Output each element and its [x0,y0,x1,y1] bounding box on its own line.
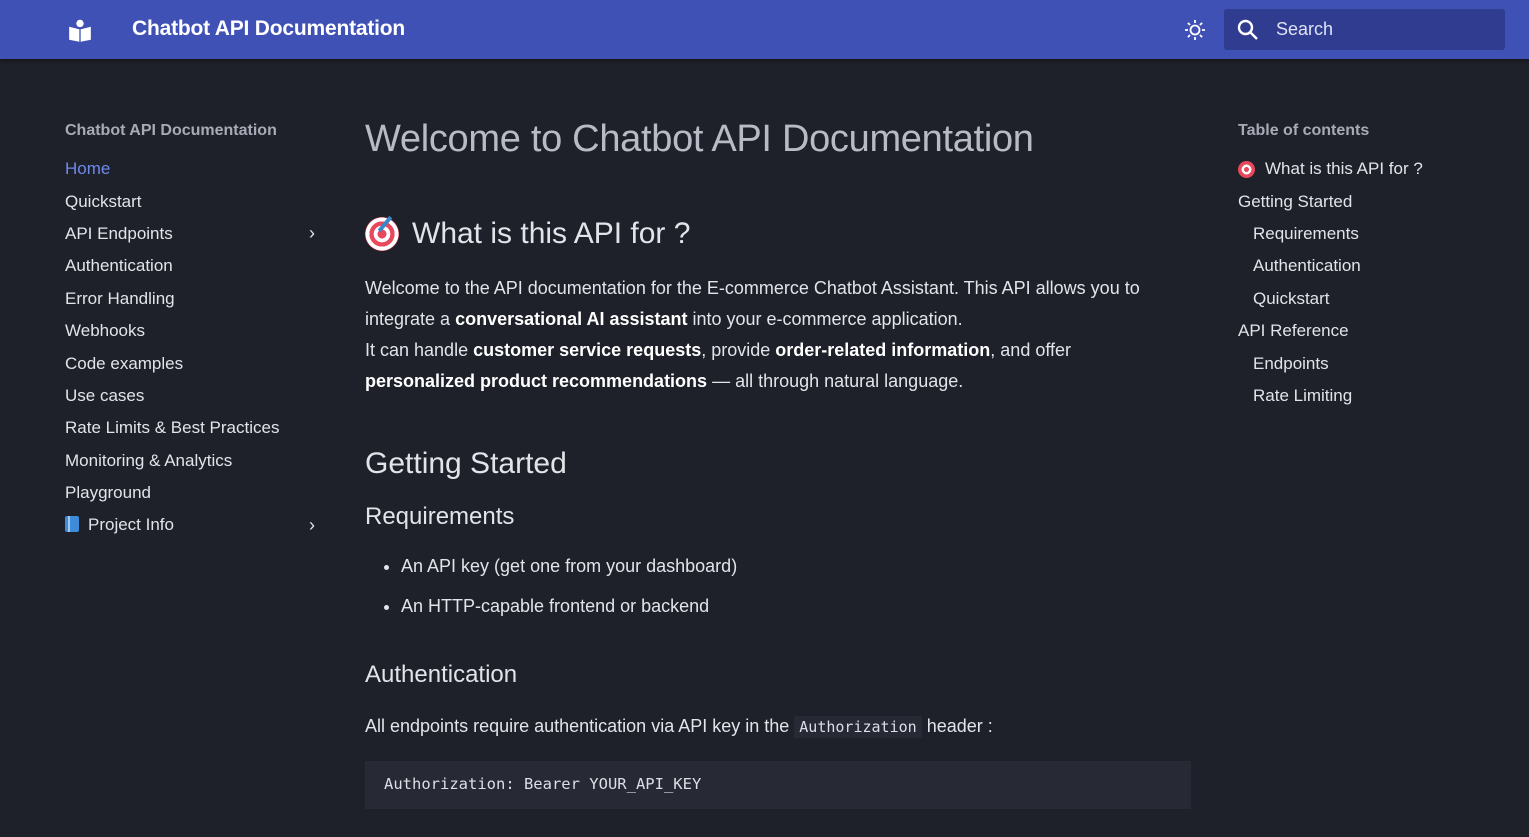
toc-item-label: Quickstart [1253,288,1330,308]
sidebar-item-label: Monitoring & Analytics [65,450,233,470]
sidebar-item-authentication[interactable]: Authentication [65,250,325,282]
toc-item-quickstart[interactable]: Quickstart [1238,283,1498,315]
section-heading-requirements: Requirements [365,503,515,530]
blue-book-icon [65,516,79,533]
sidebar-item-label: Webhooks [65,321,146,341]
sidebar-item-label: Code examples [65,353,184,373]
sidebar-item-label: Use cases [65,385,145,405]
toc-item-label: Endpoints [1253,353,1329,373]
toc-item-authentication[interactable]: Authentication [1238,250,1498,282]
sidebar-title: Chatbot API Documentation [65,122,277,139]
sidebar-item-label: Playground [65,483,152,503]
toc-item-requirements[interactable]: Requirements [1238,218,1498,250]
intro-bold: order-related information [775,340,991,360]
sidebar-item-rate-limits[interactable]: Rate Limits & Best Practices [65,412,325,444]
toc-item-rate-limiting[interactable]: Rate Limiting [1238,380,1498,412]
list-item: An HTTP-capable frontend or backend [401,591,1191,631]
sidebar-item-api-endpoints[interactable]: API Endpoints › [65,218,325,250]
sidebar-item-monitoring[interactable]: Monitoring & Analytics [65,445,325,477]
sidebar-item-use-cases[interactable]: Use cases [65,380,325,412]
sidebar-item-label: Rate Limits & Best Practices [65,418,280,438]
page-title: Welcome to Chatbot API Documentation [365,118,1034,160]
sidebar-item-playground[interactable]: Playground [65,477,325,509]
toc-item-getting-started[interactable]: Getting Started [1238,185,1498,217]
intro-text: — all through natural language. [707,371,964,391]
intro-bold: personalized product recommendations [365,371,708,391]
toc-title: Table of contents [1238,122,1370,139]
sidebar-item-label: Authentication [65,256,173,276]
intro-text: It can handle [365,340,474,360]
auth-paragraph: All endpoints require authentication via… [365,711,1191,743]
primary-sidebar: Chatbot API Documentation Home Quickstar… [65,122,325,542]
intro-bold: conversational AI assistant [455,309,688,329]
inline-code: Authorization [794,716,922,738]
toc-item-what[interactable]: What is this API for ? [1238,153,1498,185]
list-item: An API key (get one from your dashboard) [401,551,1191,591]
intro-text: into your e-commerce application. [687,309,963,329]
sidebar-item-code-examples[interactable]: Code examples [65,347,325,379]
toc-item-endpoints[interactable]: Endpoints [1238,347,1498,379]
target-icon [365,217,399,251]
sidebar-item-error-handling[interactable]: Error Handling [65,283,325,315]
sidebar-item-project-info[interactable]: Project Info › [65,509,325,541]
book-logo-icon[interactable] [64,14,96,46]
search-input[interactable] [1276,19,1486,40]
sidebar-item-label: Project Info [88,515,174,535]
intro-paragraph: Welcome to the API documentation for the… [365,273,1191,397]
main-content: Welcome to Chatbot API Documentation Wha… [365,118,1191,809]
toc-item-api-reference[interactable]: API Reference [1238,315,1498,347]
intro-text: , provide [701,340,776,360]
code-block[interactable]: Authorization: Bearer YOUR_API_KEY [365,761,1191,809]
section-heading-getting-started: Getting Started [365,447,567,480]
intro-bold: customer service requests [473,340,702,360]
section-heading-what: What is this API for ? [365,217,1191,251]
toc-item-label: Getting Started [1238,191,1353,211]
site-title[interactable]: Chatbot API Documentation [132,17,405,41]
target-icon [1238,160,1255,178]
sidebar-item-label: Home [65,159,111,179]
toc-item-label: What is this API for ? [1265,159,1423,179]
auth-text: header : [921,716,993,736]
toc-item-label: Authentication [1253,256,1361,276]
sidebar-item-home[interactable]: Home [65,153,325,185]
sidebar-item-quickstart[interactable]: Quickstart [65,185,325,217]
requirements-list: An API key (get one from your dashboard)… [365,551,1191,631]
toc-item-label: Rate Limiting [1253,385,1353,405]
sidebar-item-webhooks[interactable]: Webhooks [65,315,325,347]
sidebar-item-label: Error Handling [65,288,175,308]
chevron-right-icon[interactable]: › [309,223,315,244]
sidebar-item-label: Quickstart [65,191,142,211]
section-heading-authentication: Authentication [365,661,518,688]
search-box[interactable] [1224,9,1505,50]
search-icon [1236,17,1262,43]
table-of-contents: Table of contents What is this API for ?… [1238,122,1498,412]
intro-text: , and offer [990,340,1072,360]
theme-toggle-icon[interactable] [1181,16,1209,44]
section-heading-text: What is this API for ? [412,217,691,250]
auth-text: All endpoints require authentication via… [365,716,795,736]
top-header: Chatbot API Documentation [0,0,1529,59]
sidebar-item-label: API Endpoints [65,223,173,243]
toc-item-label: API Reference [1238,321,1349,341]
chevron-right-icon[interactable]: › [309,515,315,536]
toc-item-label: Requirements [1253,223,1359,243]
